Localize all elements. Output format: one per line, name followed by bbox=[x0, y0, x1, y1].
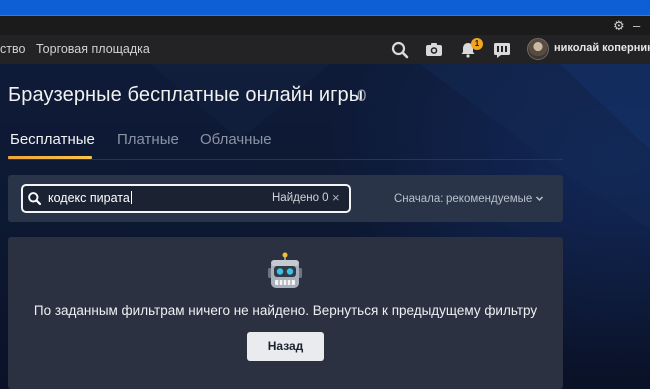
tabs-divider bbox=[8, 159, 563, 160]
app-window: ⚙ – ство Торговая площадка 1 николай коп… bbox=[0, 0, 650, 389]
found-count-label: Найдено 0 bbox=[272, 192, 329, 204]
sort-label: Сначала: bbox=[394, 193, 444, 205]
robot-icon bbox=[268, 252, 302, 288]
chevron-down-icon[interactable] bbox=[535, 194, 544, 203]
window-title-strip: ⚙ – bbox=[0, 16, 650, 35]
camera-icon[interactable] bbox=[424, 40, 444, 60]
nav-item-store[interactable]: ство bbox=[0, 42, 25, 56]
sort-dropdown[interactable]: рекомендуемые bbox=[446, 193, 532, 205]
gear-icon[interactable]: ⚙ bbox=[613, 18, 625, 33]
os-top-bar bbox=[0, 0, 650, 16]
text-caret bbox=[130, 191, 132, 204]
search-query[interactable]: кодекс пирата bbox=[48, 191, 132, 205]
search-icon[interactable] bbox=[390, 40, 410, 60]
search-icon bbox=[28, 192, 42, 206]
empty-state-message[interactable]: По заданным фильтрам ничего не найдено. … bbox=[8, 303, 563, 318]
notification-badge: 1 bbox=[471, 38, 483, 50]
avatar[interactable] bbox=[527, 38, 549, 60]
back-button[interactable]: Назад bbox=[247, 332, 324, 361]
results-count: 0 bbox=[357, 86, 367, 105]
top-navigation: ство Торговая площадка bbox=[0, 35, 650, 64]
tab-cloud[interactable]: Облачные bbox=[200, 131, 272, 148]
page-title: Браузерные бесплатные онлайн игры bbox=[8, 84, 364, 106]
nav-item-marketplace[interactable]: Торговая площадка bbox=[36, 42, 150, 56]
chat-icon[interactable] bbox=[492, 40, 512, 60]
tab-free[interactable]: Бесплатные bbox=[10, 131, 95, 148]
tab-paid[interactable]: Платные bbox=[117, 131, 179, 148]
username[interactable]: николай коперник bbox=[554, 42, 650, 54]
clear-search-icon[interactable]: × bbox=[332, 190, 340, 205]
search-query-text: кодекс пирата bbox=[48, 191, 130, 205]
minimize-icon[interactable]: – bbox=[633, 18, 640, 33]
